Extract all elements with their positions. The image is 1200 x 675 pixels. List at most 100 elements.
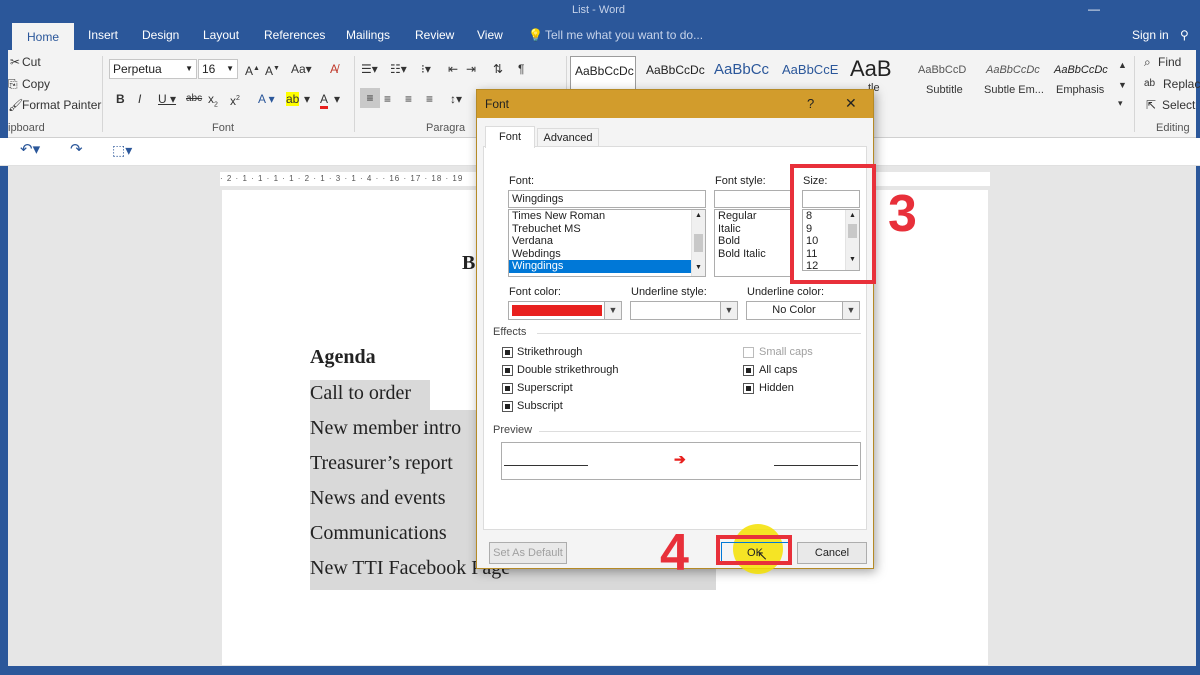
sort-icon[interactable]: ⇅ — [493, 62, 503, 76]
scrollbar[interactable]: ▲ ▼ — [691, 210, 705, 276]
tab-mailings[interactable]: Mailings — [346, 28, 390, 42]
replace-button[interactable]: Replac — [1163, 77, 1200, 91]
increase-indent-icon[interactable]: ⇥ — [466, 62, 476, 76]
styles-more-icon[interactable]: ▾ — [1118, 96, 1123, 110]
touch-mode-icon[interactable]: ⬚▾ — [112, 143, 132, 157]
italic-icon[interactable]: I — [138, 92, 141, 106]
highlight-icon[interactable]: ab — [286, 92, 300, 106]
list-item[interactable]: News and events — [310, 482, 446, 514]
tell-me-box[interactable]: Tell me what you want to do... — [545, 28, 703, 42]
styles-scroll-down-icon[interactable]: ▼ — [1118, 78, 1127, 92]
chevron-down-icon[interactable]: ▼ — [185, 60, 193, 78]
underline-style-dropdown[interactable]: ▼ — [630, 301, 738, 320]
chevron-down-icon[interactable]: ▼ — [842, 302, 859, 319]
list-item[interactable]: Wingdings — [509, 260, 705, 273]
copy-button[interactable]: Copy — [22, 77, 50, 91]
tab-design[interactable]: Design — [142, 28, 179, 42]
scroll-down-icon[interactable]: ▼ — [692, 264, 705, 271]
cut-button[interactable]: Cut — [22, 55, 41, 69]
find-button[interactable]: Find — [1158, 55, 1181, 69]
decrease-indent-icon[interactable]: ⇤ — [448, 62, 458, 76]
style-subtle-emphasis[interactable]: AaBbCcDc Subtle Em... — [982, 56, 1050, 110]
user-icon[interactable]: ⚲ — [1180, 28, 1189, 42]
small-caps-checkbox[interactable] — [743, 347, 754, 358]
cancel-button[interactable]: Cancel — [797, 542, 867, 564]
align-center-icon[interactable]: ≡ — [384, 92, 391, 106]
help-icon[interactable]: ? — [807, 96, 814, 111]
lightbulb-icon: 💡 — [528, 28, 543, 42]
redo-icon[interactable]: ↷ — [70, 142, 83, 157]
list-item[interactable]: New member intro — [310, 412, 461, 444]
tab-advanced[interactable]: Advanced — [537, 128, 599, 147]
change-case-icon[interactable]: Aa▾ — [291, 62, 312, 76]
list-item[interactable]: Times New Roman — [509, 210, 705, 223]
undo-icon[interactable]: ↶▾ — [20, 142, 40, 157]
subscript-checkbox[interactable] — [502, 401, 513, 412]
subscript-icon[interactable]: x2 — [208, 92, 218, 112]
superscript-icon[interactable]: x2 — [230, 92, 240, 108]
styles-scroll-up-icon[interactable]: ▲ — [1118, 58, 1127, 72]
bold-icon[interactable]: B — [116, 92, 125, 106]
double-strikethrough-checkbox[interactable] — [502, 365, 513, 376]
justify-icon[interactable]: ≡ — [426, 92, 433, 106]
font-color-dropdown-icon[interactable]: ▾ — [334, 92, 340, 106]
clear-formatting-icon[interactable]: A̸ — [330, 62, 338, 76]
font-style-input[interactable] — [714, 190, 792, 208]
shrink-font-icon[interactable]: A▼ — [265, 62, 280, 78]
strikethrough-checkbox[interactable] — [502, 347, 513, 358]
tab-layout[interactable]: Layout — [203, 28, 239, 42]
chevron-down-icon[interactable]: ▼ — [604, 302, 621, 319]
tab-font[interactable]: Font — [485, 126, 535, 148]
bullets-icon[interactable]: ☰▾ — [361, 62, 378, 76]
multilevel-list-icon[interactable]: ⁝▾ — [421, 62, 431, 76]
list-item[interactable]: Call to order — [310, 377, 411, 409]
numbering-icon[interactable]: ☷▾ — [390, 62, 407, 76]
style-emphasis[interactable]: AaBbCcDc Emphasis — [1052, 56, 1118, 110]
tab-home[interactable]: Home — [12, 23, 74, 51]
scroll-thumb[interactable] — [694, 234, 703, 252]
grow-font-icon[interactable]: A▲ — [245, 62, 260, 78]
font-color-icon[interactable]: A — [320, 92, 329, 109]
underline-icon[interactable]: U ▾ — [158, 92, 176, 106]
list-item[interactable]: Webdings — [509, 248, 705, 261]
minimize-icon[interactable]: — — [1088, 2, 1100, 16]
style-subtitle[interactable]: AaBbCcD Subtitle — [914, 56, 980, 110]
sign-in-link[interactable]: Sign in — [1132, 28, 1169, 42]
all-caps-checkbox[interactable] — [743, 365, 754, 376]
highlight-dropdown-icon[interactable]: ▾ — [304, 92, 310, 106]
strikethrough-icon[interactable]: abc — [186, 92, 202, 106]
list-item[interactable]: Bold Italic — [715, 248, 791, 261]
format-painter-button[interactable]: Format Painter — [22, 98, 101, 112]
scroll-up-icon[interactable]: ▲ — [692, 210, 705, 222]
list-item[interactable]: Trebuchet MS — [509, 223, 705, 236]
hidden-checkbox[interactable] — [743, 383, 754, 394]
list-item[interactable]: Treasurer’s report — [310, 447, 453, 479]
font-name-input[interactable]: Wingdings — [508, 190, 706, 208]
font-listbox[interactable]: Times New Roman Trebuchet MS Verdana Web… — [508, 209, 706, 277]
font-name-combo[interactable]: Perpetua ▼ — [109, 59, 197, 79]
tab-view[interactable]: View — [477, 28, 503, 42]
tab-insert[interactable]: Insert — [88, 28, 118, 42]
font-color-dropdown[interactable]: ▼ — [508, 301, 622, 320]
list-item[interactable]: Italic — [715, 223, 791, 236]
tab-review[interactable]: Review — [415, 28, 454, 42]
font-style-listbox[interactable]: Regular Italic Bold Bold Italic — [714, 209, 792, 277]
font-size-combo[interactable]: 16 ▼ — [198, 59, 238, 79]
list-item[interactable]: Communications — [310, 517, 447, 549]
set-as-default-button[interactable]: Set As Default — [489, 542, 567, 564]
list-item[interactable]: Bold — [715, 235, 791, 248]
select-button[interactable]: Select — [1162, 98, 1195, 112]
align-right-icon[interactable]: ≡ — [405, 92, 412, 106]
underline-color-dropdown[interactable]: No Color ▼ — [746, 301, 860, 320]
line-spacing-icon[interactable]: ↕▾ — [450, 92, 462, 106]
chevron-down-icon[interactable]: ▼ — [226, 60, 234, 78]
list-item[interactable]: Regular — [715, 210, 791, 223]
text-effects-icon[interactable]: A ▾ — [258, 92, 275, 106]
close-icon[interactable]: ✕ — [845, 95, 857, 112]
chevron-down-icon[interactable]: ▼ — [720, 302, 737, 319]
align-left-icon[interactable]: ≡ — [360, 88, 380, 108]
pilcrow-icon[interactable]: ¶ — [518, 62, 524, 76]
list-item[interactable]: Verdana — [509, 235, 705, 248]
superscript-checkbox[interactable] — [502, 383, 513, 394]
tab-references[interactable]: References — [264, 28, 325, 42]
